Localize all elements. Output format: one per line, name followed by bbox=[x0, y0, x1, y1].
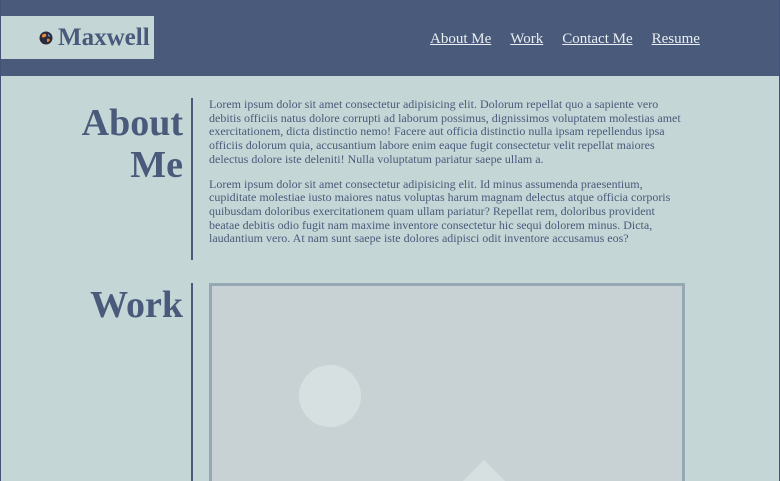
work-section-title: Work bbox=[90, 284, 183, 326]
nav-link-contact-me[interactable]: Contact Me bbox=[562, 30, 632, 48]
page: Maxwell About Me Work Contact Me Resume … bbox=[0, 0, 780, 481]
nav-link-resume[interactable]: Resume bbox=[652, 30, 700, 48]
nav-link-work[interactable]: Work bbox=[510, 30, 543, 48]
about-text: Lorem ipsum dolor sit amet consectetur a… bbox=[209, 97, 681, 257]
work-divider bbox=[191, 283, 193, 481]
image-placeholder-mountain-icon bbox=[450, 460, 518, 481]
brand-name: Maxwell bbox=[58, 24, 150, 51]
image-placeholder-sun-icon bbox=[299, 365, 361, 427]
globe-icon bbox=[39, 31, 53, 45]
site-header: Maxwell About Me Work Contact Me Resume bbox=[1, 0, 779, 76]
about-section-title: About Me bbox=[81, 102, 183, 186]
brand[interactable]: Maxwell bbox=[1, 16, 154, 59]
about-divider bbox=[191, 98, 193, 260]
work-image[interactable] bbox=[209, 283, 685, 481]
main-nav: About Me Work Contact Me Resume bbox=[430, 30, 700, 48]
nav-link-about-me[interactable]: About Me bbox=[430, 30, 491, 48]
about-paragraph: Lorem ipsum dolor sit amet consectetur a… bbox=[209, 176, 671, 246]
about-paragraph: Lorem ipsum dolor sit amet consectetur a… bbox=[209, 97, 681, 166]
